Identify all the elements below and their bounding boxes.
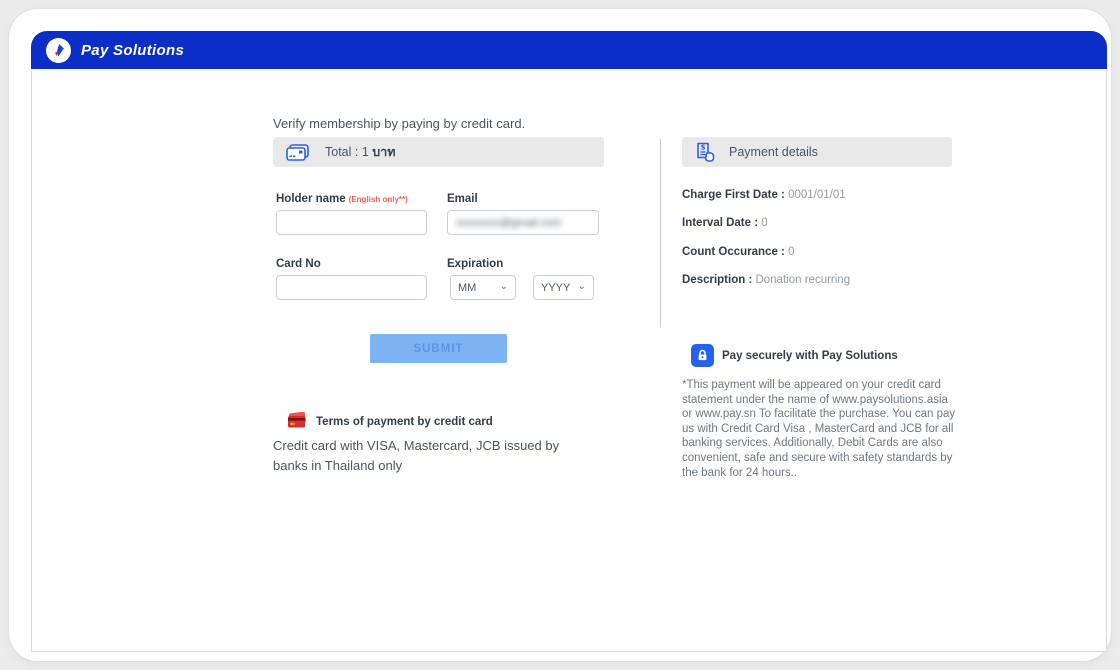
description-value: Donation recurring	[755, 274, 850, 286]
email-input[interactable]: xxxxxxxx@gmail.com	[447, 210, 599, 235]
submit-button[interactable]: SUBMIT	[370, 334, 507, 363]
interval-date-value: 0	[761, 217, 767, 229]
card-no-input[interactable]	[276, 275, 427, 300]
year-select[interactable]: YYYY ⌄	[533, 275, 594, 300]
card-no-label: Card No	[276, 258, 321, 270]
chevron-down-icon: ⌄	[500, 282, 508, 292]
intro-text: Verify membership by paying by credit ca…	[273, 116, 525, 131]
year-value: YYYY	[541, 282, 570, 294]
total-text: Total : 1 บาท	[325, 142, 395, 162]
pay-solutions-logo-icon	[46, 38, 71, 63]
red-credit-card-icon	[287, 412, 308, 429]
app-header: Pay Solutions	[31, 31, 1107, 69]
charge-first-date-label: Charge First Date :	[682, 189, 788, 201]
holder-name-note: (English only**)	[349, 195, 408, 204]
interval-date-label: Interval Date :	[682, 217, 761, 229]
description-row: Description : Donation recurring	[682, 274, 850, 286]
chevron-down-icon: ⌄	[578, 282, 586, 292]
holder-name-input[interactable]	[276, 210, 427, 235]
total-bar: Total : 1 บาท	[273, 137, 604, 167]
terms-body: Credit card with VISA, Mastercard, JCB i…	[273, 436, 578, 476]
description-label: Description :	[682, 274, 755, 286]
email-label: Email	[447, 193, 478, 205]
receipt-icon: $	[695, 141, 715, 163]
charge-first-date-row: Charge First Date : 0001/01/01	[682, 189, 846, 201]
count-occurance-row: Count Occurance : 0	[682, 246, 794, 258]
expiration-label: Expiration	[447, 258, 503, 270]
count-occurance-label: Count Occurance :	[682, 246, 788, 258]
email-value-masked: xxxxxxxx@gmail.com	[456, 217, 561, 229]
terms-title: Terms of payment by credit card	[316, 416, 493, 428]
count-occurance-value: 0	[788, 246, 794, 258]
payment-details-bar: $ Payment details	[682, 137, 952, 167]
total-currency: บาท	[372, 145, 395, 159]
month-select[interactable]: MM ⌄	[450, 275, 516, 300]
brand-name: Pay Solutions	[81, 42, 184, 59]
page-card: Pay Solutions Verify membership by payin…	[8, 8, 1112, 662]
payment-window: Pay Solutions Verify membership by payin…	[31, 31, 1107, 652]
content-area: Verify membership by paying by credit ca…	[31, 69, 1107, 652]
secure-title: Pay securely with Pay Solutions	[722, 350, 898, 362]
column-divider	[660, 139, 661, 327]
credit-card-icon	[286, 144, 309, 161]
lock-icon	[691, 344, 714, 367]
payment-details-title: Payment details	[729, 145, 818, 159]
holder-name-label-text: Holder name	[276, 193, 346, 205]
secure-note: *This payment will be appeared on your c…	[682, 378, 958, 480]
month-value: MM	[458, 282, 476, 294]
holder-name-label: Holder name(English only**)	[276, 193, 408, 205]
total-label: Total : 1	[325, 145, 369, 159]
svg-text:$: $	[701, 144, 706, 152]
charge-first-date-value: 0001/01/01	[788, 189, 846, 201]
interval-date-row: Interval Date : 0	[682, 217, 768, 229]
